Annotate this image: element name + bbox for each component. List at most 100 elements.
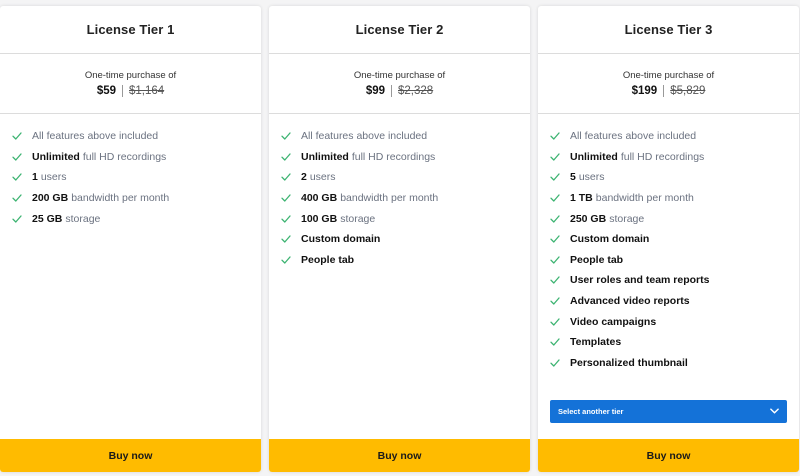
feature-highlight: 25 GB bbox=[32, 212, 63, 225]
check-icon bbox=[550, 297, 570, 305]
feature-highlight: People tab bbox=[301, 253, 355, 266]
feature-text: users bbox=[40, 171, 67, 184]
feature-highlight: People tab bbox=[570, 253, 624, 266]
feature-item: Unlimited full HD recordings bbox=[281, 147, 530, 168]
feature-item: Custom domain bbox=[550, 229, 799, 250]
feature-highlight: User roles and team reports bbox=[570, 274, 710, 287]
feature-text: full HD recordings bbox=[82, 150, 167, 163]
check-icon bbox=[281, 153, 301, 161]
feature-highlight: Templates bbox=[570, 336, 622, 349]
feature-item: People tab bbox=[550, 250, 799, 271]
buy-now-button[interactable]: Buy now bbox=[538, 439, 799, 472]
feature-highlight: Custom domain bbox=[570, 233, 650, 246]
feature-highlight: 100 GB bbox=[301, 212, 338, 225]
feature-item: Video campaigns bbox=[550, 311, 799, 332]
price-row: $99 $2,328 bbox=[366, 85, 433, 97]
feature-highlight: 1 bbox=[32, 171, 38, 184]
feature-text: users bbox=[578, 171, 605, 184]
feature-item: Personalized thumbnail bbox=[550, 353, 799, 374]
feature-item: Unlimited full HD recordings bbox=[12, 147, 261, 168]
tier-title: License Tier 3 bbox=[538, 6, 799, 54]
current-price: $99 bbox=[366, 85, 392, 97]
price-caption: One-time purchase of bbox=[353, 70, 446, 81]
check-icon bbox=[12, 153, 32, 161]
feature-item: Unlimited full HD recordings bbox=[550, 147, 799, 168]
feature-item: 400 GB bandwidth per month bbox=[281, 188, 530, 209]
pricing-card-tier-1: License Tier 1 One-time purchase of $59 … bbox=[0, 6, 261, 472]
feature-item: Templates bbox=[550, 332, 799, 353]
buy-now-button[interactable]: Buy now bbox=[0, 439, 261, 472]
chevron-down-icon bbox=[770, 407, 779, 416]
feature-highlight: 1 TB bbox=[570, 192, 593, 205]
pricing-card-tier-2: License Tier 2 One-time purchase of $99 … bbox=[269, 6, 530, 472]
price-block: One-time purchase of $99 $2,328 bbox=[269, 54, 530, 114]
check-icon bbox=[550, 153, 570, 161]
feature-highlight: Unlimited bbox=[570, 150, 618, 163]
tier-title: License Tier 2 bbox=[269, 6, 530, 54]
feature-highlight: 250 GB bbox=[570, 212, 607, 225]
check-icon bbox=[12, 132, 32, 140]
check-icon bbox=[550, 276, 570, 285]
feature-text: full HD recordings bbox=[351, 150, 436, 163]
feature-item: All features above included bbox=[281, 126, 530, 147]
feature-item: 250 GB storage bbox=[550, 208, 799, 229]
feature-text: users bbox=[309, 171, 336, 184]
feature-item: 100 GB storage bbox=[281, 208, 530, 229]
original-price: $1,164 bbox=[129, 85, 165, 97]
feature-list: All features above included Unlimited full… bbox=[0, 114, 261, 229]
price-row: $59 $1,164 bbox=[97, 85, 164, 97]
check-icon bbox=[550, 338, 570, 346]
feature-highlight: Custom domain bbox=[301, 233, 381, 246]
feature-text: storage bbox=[65, 212, 101, 225]
select-another-tier-dropdown[interactable]: Select another tier bbox=[550, 400, 787, 423]
check-icon bbox=[281, 235, 301, 243]
feature-item: All features above included bbox=[12, 126, 261, 147]
feature-item: 2 users bbox=[281, 167, 530, 188]
feature-text: storage bbox=[340, 212, 376, 225]
feature-highlight: Personalized thumbnail bbox=[570, 356, 688, 369]
feature-item: User roles and team reports bbox=[550, 270, 799, 291]
feature-item: Advanced video reports bbox=[550, 291, 799, 312]
current-price: $199 bbox=[632, 85, 665, 97]
feature-text: All features above included bbox=[32, 130, 159, 143]
check-icon bbox=[550, 132, 570, 140]
price-block: One-time purchase of $199 $5,829 bbox=[538, 54, 799, 114]
check-icon bbox=[12, 173, 32, 182]
feature-highlight: 5 bbox=[570, 171, 576, 184]
feature-text: full HD recordings bbox=[620, 150, 705, 163]
feature-item: 200 GB bandwidth per month bbox=[12, 188, 261, 209]
original-price: $5,829 bbox=[670, 85, 706, 97]
price-caption: One-time purchase of bbox=[84, 70, 177, 81]
feature-item: 5 users bbox=[550, 167, 799, 188]
buy-now-button[interactable]: Buy now bbox=[269, 439, 530, 472]
check-icon bbox=[550, 215, 570, 223]
feature-highlight: Video campaigns bbox=[570, 315, 657, 328]
feature-highlight: Unlimited bbox=[301, 150, 349, 163]
check-icon bbox=[550, 173, 570, 182]
feature-highlight: 200 GB bbox=[32, 192, 69, 205]
check-icon bbox=[281, 215, 301, 223]
check-icon bbox=[550, 194, 570, 202]
check-icon bbox=[12, 215, 32, 223]
feature-list: All features above included Unlimited full… bbox=[269, 114, 530, 270]
feature-item: 25 GB storage bbox=[12, 208, 261, 229]
feature-highlight: Advanced video reports bbox=[570, 295, 690, 308]
feature-item: 1 users bbox=[12, 167, 261, 188]
pricing-card-tier-3: License Tier 3 One-time purchase of $199… bbox=[538, 6, 799, 472]
feature-text: bandwidth per month bbox=[71, 192, 170, 205]
feature-item: 1 TB bandwidth per month bbox=[550, 188, 799, 209]
check-icon bbox=[12, 194, 32, 202]
check-icon bbox=[281, 256, 301, 264]
feature-highlight: 400 GB bbox=[301, 192, 338, 205]
feature-text: All features above included bbox=[570, 130, 697, 143]
feature-text: storage bbox=[609, 212, 645, 225]
price-block: One-time purchase of $59 $1,164 bbox=[0, 54, 261, 114]
feature-item: All features above included bbox=[550, 126, 799, 147]
price-caption: One-time purchase of bbox=[622, 70, 715, 81]
check-icon bbox=[550, 359, 570, 367]
feature-item: People tab bbox=[281, 250, 530, 271]
tier-title: License Tier 1 bbox=[0, 6, 261, 54]
feature-list: All features above included Unlimited full… bbox=[538, 114, 799, 373]
check-icon bbox=[550, 317, 570, 326]
check-icon bbox=[281, 132, 301, 140]
